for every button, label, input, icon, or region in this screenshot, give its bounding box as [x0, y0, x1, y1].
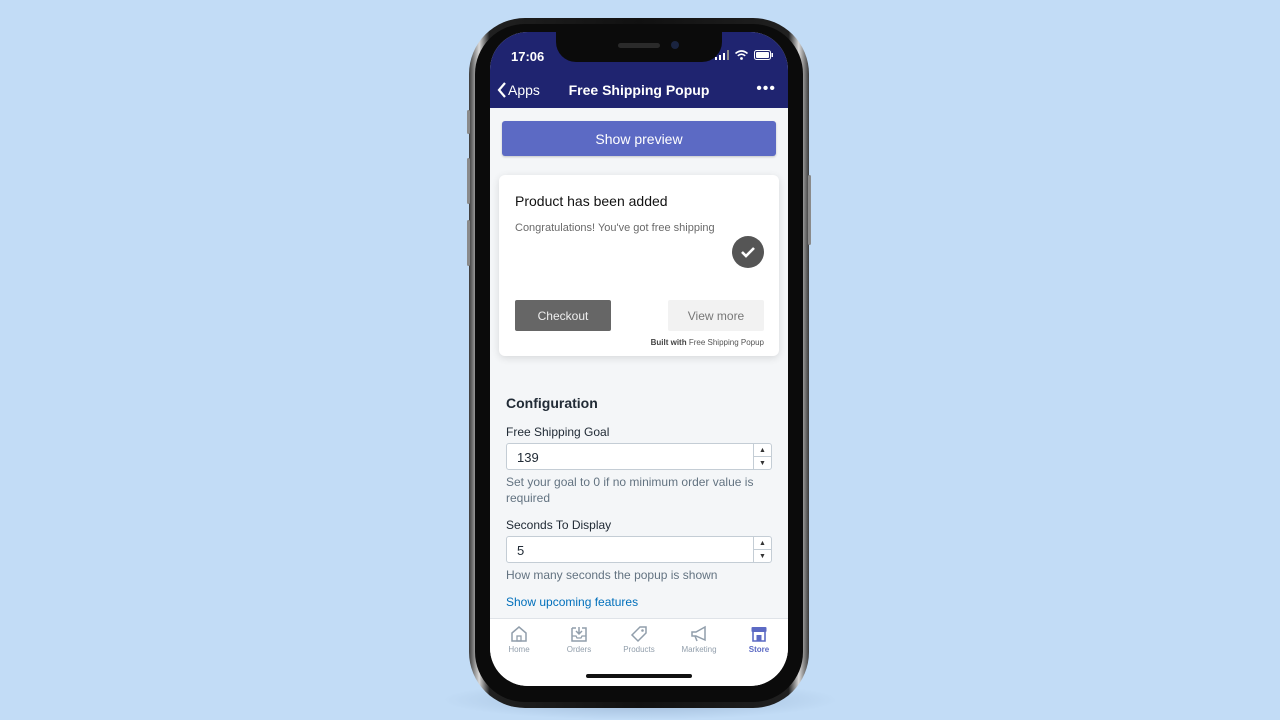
more-icon[interactable]: ••• [756, 80, 776, 98]
phone-screen: 17:06 Apps Free Shipping Popup ••• Show … [490, 32, 788, 686]
popup-title: Product has been added [515, 193, 668, 209]
tag-icon [630, 626, 647, 643]
orders-icon [571, 627, 587, 642]
megaphone-icon [691, 625, 706, 642]
built-with-name[interactable]: Free Shipping Popup [689, 338, 764, 347]
seconds-to-display-stepper: ▲ ▼ [753, 537, 771, 562]
configuration-section: Configuration Free Shipping Goal ▲ ▼ Set… [506, 395, 774, 609]
page-title: Free Shipping Popup [568, 82, 710, 98]
free-shipping-goal-input[interactable] [507, 444, 759, 471]
increment-icon[interactable]: ▲ [754, 537, 771, 550]
decrement-icon[interactable]: ▼ [754, 550, 771, 562]
seconds-to-display-label: Seconds To Display [506, 518, 612, 532]
status-icons [715, 50, 774, 60]
popup-preview-card: Product has been added Congratulations! … [499, 175, 779, 356]
tab-label: Orders [566, 645, 592, 654]
home-icon [511, 626, 527, 642]
home-indicator[interactable] [586, 674, 692, 678]
view-more-button[interactable]: View more [668, 300, 764, 331]
free-shipping-goal-stepper: ▲ ▼ [753, 444, 771, 469]
checkmark-icon [732, 236, 764, 268]
show-upcoming-features-link[interactable]: Show upcoming features [506, 595, 774, 609]
seconds-to-display-input[interactable] [507, 537, 759, 564]
battery-icon [754, 50, 773, 60]
volume-down-button [467, 220, 470, 266]
tab-store[interactable]: Store [734, 625, 784, 654]
tab-products[interactable]: Products [614, 625, 664, 654]
seconds-to-display-field: ▲ ▼ [506, 536, 772, 564]
tab-marketing[interactable]: Marketing [674, 625, 724, 654]
content-area: Show preview Product has been added Cong… [490, 108, 788, 618]
free-shipping-goal-label: Free Shipping Goal [506, 425, 610, 439]
tab-home[interactable]: Home [494, 625, 544, 654]
built-with-credit: Built with Free Shipping Popup [651, 338, 764, 347]
show-preview-button[interactable]: Show preview [502, 121, 776, 156]
seconds-to-display-help: How many seconds the popup is shown [506, 568, 718, 582]
free-shipping-goal-help: Set your goal to 0 if no minimum order v… [506, 475, 754, 505]
speaker [618, 43, 660, 48]
decrement-icon[interactable]: ▼ [754, 457, 771, 469]
power-button [808, 175, 811, 245]
built-with-prefix: Built with [650, 338, 687, 347]
tab-label: Products [623, 645, 655, 654]
status-time: 17:06 [511, 49, 545, 64]
checkout-button[interactable]: Checkout [515, 300, 611, 331]
popup-message: Congratulations! You've got free shippin… [515, 222, 715, 234]
tab-label: Store [748, 645, 770, 654]
front-camera [671, 41, 679, 49]
store-icon [751, 627, 767, 642]
tab-label: Home [508, 645, 530, 654]
volume-up-button [467, 158, 470, 204]
tab-label: Marketing [681, 645, 717, 654]
increment-icon[interactable]: ▲ [754, 444, 771, 457]
free-shipping-goal-field: ▲ ▼ [506, 443, 772, 471]
mute-switch [467, 110, 470, 134]
configuration-title: Configuration [506, 395, 598, 411]
tab-orders[interactable]: Orders [554, 625, 604, 654]
wifi-icon [735, 50, 748, 60]
